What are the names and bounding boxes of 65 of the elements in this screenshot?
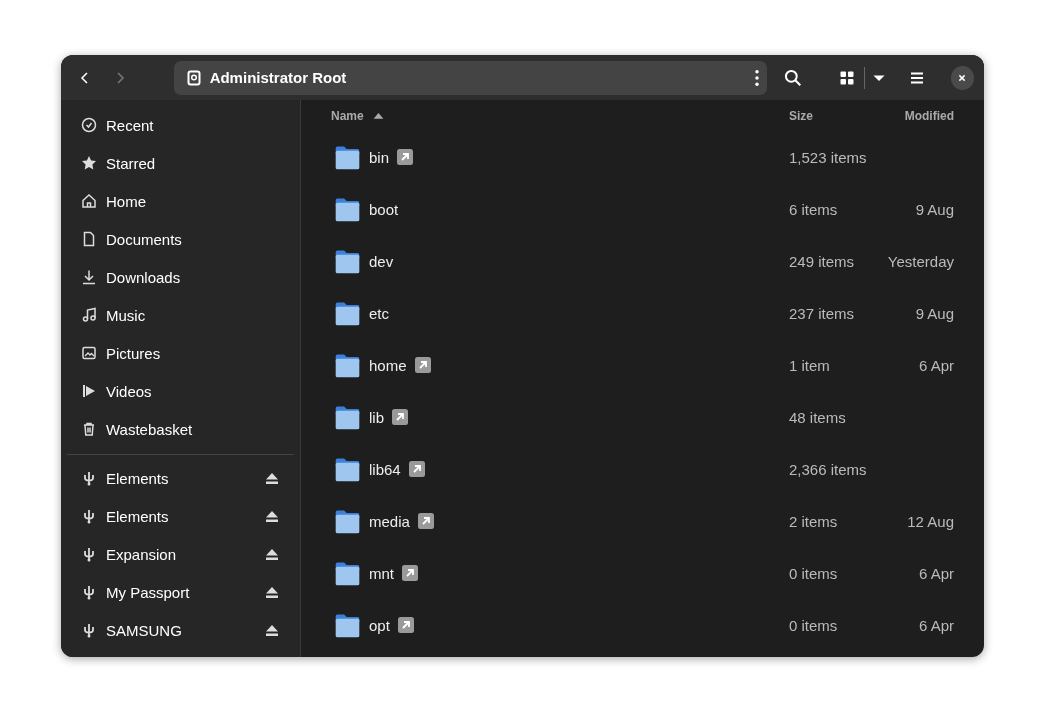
document-icon	[81, 231, 97, 247]
modified-date: Yesterday	[887, 252, 954, 270]
sidebar-item[interactable]: Elements	[67, 459, 294, 497]
sidebar-item[interactable]: Pictures	[67, 334, 294, 372]
size-text: 249 items	[789, 252, 856, 270]
usb-icon	[81, 584, 97, 600]
download-icon	[81, 269, 97, 285]
modified-date: 6 Apr	[918, 564, 954, 582]
size-text: 237 items	[789, 304, 856, 322]
usb-icon	[81, 622, 97, 638]
sidebar-item[interactable]: SAMSUNG	[67, 611, 294, 649]
sidebar-item[interactable]: Elements	[67, 497, 294, 535]
sidebar-item[interactable]: Wastebasket	[67, 410, 294, 448]
sidebar-item[interactable]: Music	[67, 296, 294, 334]
sidebar-item[interactable]: Home	[67, 182, 294, 220]
location-bar[interactable]: Administrator Root	[173, 60, 767, 95]
size-text: 1,523 items	[789, 148, 868, 166]
music-note-icon	[81, 307, 97, 323]
house-icon	[81, 193, 97, 209]
modified-date: 6 Apr	[918, 616, 954, 634]
sidebar-item[interactable]: Documents	[67, 220, 294, 258]
file-name: bin	[369, 148, 390, 166]
usb-icon	[81, 470, 97, 486]
file-name: opt	[369, 616, 390, 634]
size-text: 2 items	[789, 512, 839, 530]
sidebar-item[interactable]: My Passport	[67, 573, 294, 611]
size-text: 0 items	[789, 616, 839, 634]
close-button[interactable]	[950, 65, 975, 90]
star-icon	[81, 155, 97, 171]
more-vertical-icon[interactable]	[754, 69, 759, 86]
modified-date: 9 Aug	[915, 304, 954, 322]
video-icon	[81, 383, 97, 399]
size-text: 2,366 items	[789, 460, 868, 478]
file-name: etc	[369, 304, 389, 322]
sidebar-item[interactable]: Videos	[67, 372, 294, 410]
sidebar-item[interactable]: Starred	[67, 144, 294, 182]
modified-date: 6 Apr	[918, 356, 954, 374]
file-name: boot	[369, 200, 399, 218]
clock-icon	[81, 117, 97, 133]
size-text: 48 items	[789, 408, 847, 426]
file-name: home	[369, 356, 407, 374]
file-name: media	[369, 512, 410, 530]
file-name: lib	[369, 408, 384, 426]
grid-icon	[839, 69, 856, 86]
file-name: mnt	[369, 564, 394, 582]
trash-icon	[81, 421, 97, 437]
usb-icon	[81, 508, 97, 524]
sidebar-item[interactable]: Downloads	[67, 258, 294, 296]
file-name: dev	[369, 252, 394, 270]
column-header[interactable]: Modified	[904, 108, 954, 123]
file-name: lib64	[369, 460, 401, 478]
size-text: 1 item	[789, 356, 831, 374]
column-header[interactable]: Name	[331, 108, 364, 123]
drive-icon	[185, 69, 202, 86]
modified-date: 9 Aug	[915, 200, 954, 218]
sidebar-item[interactable]: Expansion	[67, 535, 294, 573]
size-text: 0 items	[789, 564, 839, 582]
search-icon	[783, 68, 802, 87]
location-text: Administrator Root	[209, 69, 348, 86]
usb-icon	[81, 546, 97, 562]
sidebar-item[interactable]: Recent	[67, 106, 294, 144]
column-header[interactable]: Size	[789, 108, 813, 123]
size-text: 6 items	[789, 200, 839, 218]
modified-date: 12 Aug	[907, 512, 954, 530]
picture-icon	[81, 345, 97, 361]
